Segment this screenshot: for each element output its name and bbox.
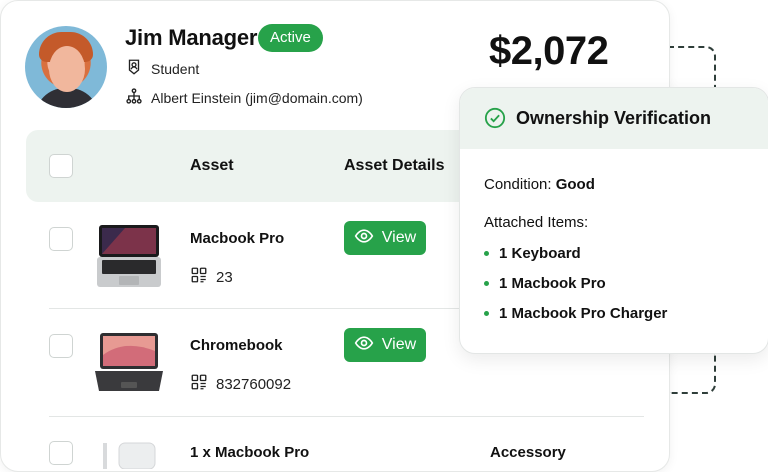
- asset-name: Chromebook: [190, 337, 283, 354]
- charger-thumbnail: [95, 439, 163, 470]
- select-all-checkbox[interactable]: [49, 154, 73, 178]
- attached-item: 1 Macbook Pro: [484, 275, 606, 292]
- chromebook-thumbnail: [95, 331, 163, 397]
- avatar: [25, 26, 107, 108]
- view-button[interactable]: View: [344, 221, 426, 255]
- row-divider: [49, 416, 644, 417]
- condition-line: Condition: Good: [484, 176, 595, 193]
- user-name: Jim Manager: [125, 25, 258, 50]
- ownership-verification-panel: Ownership Verification Condition: Good A…: [459, 87, 768, 354]
- asset-name: Macbook Pro: [190, 230, 285, 247]
- view-button-label: View: [381, 336, 417, 353]
- total-amount: $2,072: [489, 29, 609, 73]
- row-checkbox[interactable]: [49, 334, 73, 358]
- column-header-asset: Asset: [190, 157, 234, 174]
- view-button[interactable]: View: [344, 328, 426, 362]
- badge-user-icon: [125, 58, 143, 79]
- row-checkbox[interactable]: [49, 441, 73, 465]
- panel-title: Ownership Verification: [516, 108, 712, 128]
- asset-name: 1 x Macbook Pro: [190, 444, 310, 461]
- user-role-label: Student: [151, 60, 200, 77]
- attached-item-label: 1 Macbook Pro: [499, 275, 606, 292]
- bullet-icon: [484, 251, 489, 256]
- asset-id-value: 832760092: [216, 375, 292, 393]
- row-checkbox[interactable]: [49, 227, 73, 251]
- condition-label: Condition:: [484, 176, 552, 193]
- user-role: Student: [125, 58, 199, 79]
- status-badge: Active: [258, 24, 323, 52]
- attached-item: 1 Macbook Pro Charger: [484, 305, 667, 322]
- asset-id: 832760092: [190, 373, 291, 395]
- attached-item: 1 Keyboard: [484, 245, 581, 262]
- user-manager: Albert Einstein (jim@domain.com): [125, 87, 363, 108]
- eye-icon: [354, 226, 374, 251]
- asset-id: 23: [190, 266, 233, 288]
- user-manager-label: Albert Einstein (jim@domain.com): [151, 89, 363, 106]
- macbook-thumbnail: [95, 223, 163, 289]
- asset-category: Accessory: [490, 444, 566, 461]
- attached-item-label: 1 Keyboard: [499, 245, 581, 262]
- column-header-asset-details: Asset Details: [344, 157, 445, 174]
- check-circle-icon: [484, 107, 506, 129]
- qr-code-icon: [190, 373, 208, 395]
- org-chart-icon: [125, 87, 143, 108]
- bullet-icon: [484, 311, 489, 316]
- connector-top: [668, 46, 716, 88]
- view-button-label: View: [381, 229, 417, 246]
- eye-icon: [354, 333, 374, 358]
- attached-item-label: 1 Macbook Pro Charger: [499, 305, 668, 322]
- bullet-icon: [484, 281, 489, 286]
- asset-id-value: 23: [216, 268, 233, 286]
- qr-code-icon: [190, 266, 208, 288]
- connector-bottom: [668, 352, 716, 394]
- condition-value: Good: [555, 176, 595, 193]
- attached-items-label: Attached Items:: [484, 214, 589, 231]
